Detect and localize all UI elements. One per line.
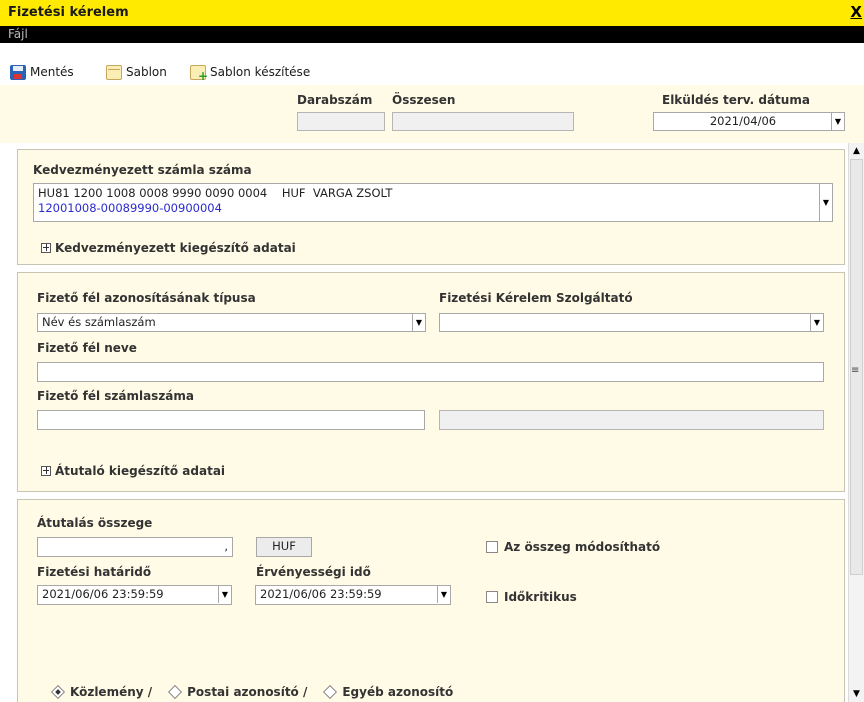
- total-field: [392, 112, 574, 131]
- time-critical-checkbox[interactable]: [486, 591, 498, 603]
- payer-panel: Fizető fél azonosításának típusa Név és …: [17, 272, 845, 492]
- beneficiary-extra-toggle[interactable]: Kedvezményezett kiegészítő adatai: [41, 241, 296, 255]
- validity-label: Érvényességi idő: [256, 565, 371, 579]
- send-date-dropdown[interactable]: 2021/04/06 ▼: [653, 112, 845, 131]
- radio-reference-other-label: Egyéb azonosító: [342, 685, 454, 699]
- chevron-down-icon[interactable]: ▼: [831, 113, 844, 130]
- template-button[interactable]: Sablon: [106, 63, 167, 81]
- validity-dropdown[interactable]: 2021/06/06 23:59:59 ▼: [255, 585, 451, 605]
- payer-name-label: Fizető fél neve: [37, 341, 137, 355]
- beneficiary-extra-label: Kedvezményezett kiegészítő adatai: [55, 241, 296, 255]
- title-bar: Fizetési kérelem X: [0, 0, 864, 26]
- reference-radio-group: Közlemény / Postai azonosító / Egyéb azo…: [50, 684, 454, 700]
- create-template-button[interactable]: Sablon készítése: [190, 63, 311, 83]
- close-icon[interactable]: X: [850, 3, 862, 21]
- count-field: [297, 112, 385, 131]
- grip-icon: ≡: [851, 365, 860, 376]
- beneficiary-account-dropdown[interactable]: HU81 1200 1008 0008 9990 0090 0004 HUF V…: [33, 183, 833, 222]
- transfer-panel: Átutalás összege , HUF Az összeg módosít…: [17, 499, 845, 702]
- payer-account-input[interactable]: [37, 410, 425, 430]
- create-template-icon: [190, 64, 208, 83]
- chevron-down-icon[interactable]: ▼: [810, 314, 823, 331]
- scroll-down-icon[interactable]: ▼: [849, 686, 864, 702]
- chevron-down-icon[interactable]: ▼: [437, 586, 450, 603]
- radio-reference-other[interactable]: [323, 684, 338, 700]
- menu-file[interactable]: Fájl: [8, 27, 28, 41]
- modifiable-label: Az összeg módosítható: [504, 540, 661, 554]
- payer-account-label: Fizető fél számlaszáma: [37, 389, 195, 403]
- save-button[interactable]: Mentés: [10, 63, 74, 81]
- payer-id-type-dropdown[interactable]: Név és számlaszám ▼: [37, 313, 426, 332]
- content-scroll-area: Kedvezményezett számla száma HU81 1200 1…: [0, 143, 848, 702]
- template-button-label: Sablon: [126, 65, 167, 79]
- radio-reference-comment[interactable]: [50, 684, 66, 700]
- menu-bar: Fájl: [0, 26, 864, 43]
- beneficiary-account-number: 12001008-00089990-00900004: [38, 201, 222, 215]
- beneficiary-panel: Kedvezményezett számla száma HU81 1200 1…: [17, 149, 845, 265]
- deadline-value: 2021/06/06 23:59:59: [42, 587, 164, 601]
- total-label: Összesen: [392, 93, 456, 107]
- toolbar: Mentés Sablon Sablon készítése: [0, 43, 864, 85]
- plus-box-icon[interactable]: [41, 466, 51, 476]
- save-button-label: Mentés: [30, 65, 74, 79]
- chevron-down-icon[interactable]: ▼: [412, 314, 425, 331]
- beneficiary-account-line1: HU81 1200 1008 0008 9990 0090 0004 HUF V…: [38, 186, 393, 200]
- radio-reference-comment-label: Közlemény /: [70, 685, 153, 699]
- payer-account-extra-field: [439, 410, 824, 430]
- validity-value: 2021/06/06 23:59:59: [260, 587, 382, 601]
- plus-box-icon[interactable]: [41, 243, 51, 253]
- count-label: Darabszám: [297, 93, 373, 107]
- payer-extra-label: Átutaló kiegészítő adatai: [55, 464, 226, 478]
- provider-label: Fizetési Kérelem Szolgáltató: [439, 291, 633, 305]
- template-icon: [106, 64, 122, 80]
- save-icon: [10, 64, 26, 80]
- beneficiary-account-label: Kedvezményezett számla száma: [33, 163, 252, 177]
- payer-name-input[interactable]: [37, 362, 824, 382]
- send-date-value: 2021/04/06: [709, 114, 777, 128]
- radio-reference-postal[interactable]: [168, 684, 183, 700]
- payer-id-type-value: Név és számlaszám: [42, 315, 156, 329]
- deadline-dropdown[interactable]: 2021/06/06 23:59:59 ▼: [37, 585, 232, 605]
- amount-label: Átutalás összege: [37, 516, 153, 530]
- modifiable-checkbox[interactable]: [486, 541, 498, 553]
- window-title: Fizetési kérelem: [8, 5, 129, 20]
- chevron-down-icon[interactable]: ▼: [819, 184, 832, 221]
- provider-dropdown[interactable]: ▼: [439, 313, 824, 332]
- radio-reference-postal-label: Postai azonosító /: [187, 685, 308, 699]
- time-critical-label: Időkritikus: [504, 590, 577, 604]
- payer-extra-toggle[interactable]: Átutaló kiegészítő adatai: [41, 464, 225, 478]
- create-template-button-label: Sablon készítése: [210, 65, 311, 79]
- currency-field: HUF: [256, 537, 312, 557]
- chevron-down-icon[interactable]: ▼: [218, 586, 231, 603]
- deadline-label: Fizetési határidő: [37, 565, 152, 579]
- scroll-up-icon[interactable]: ▲: [849, 143, 864, 159]
- vertical-scrollbar[interactable]: ▲ ≡ ▼: [848, 143, 864, 702]
- amount-input[interactable]: ,: [37, 537, 233, 557]
- send-date-label: Elküldés terv. dátuma: [662, 93, 810, 107]
- payer-id-type-label: Fizető fél azonosításának típusa: [37, 291, 256, 305]
- header-area: Darabszám Összesen Elküldés terv. dátuma…: [0, 85, 864, 143]
